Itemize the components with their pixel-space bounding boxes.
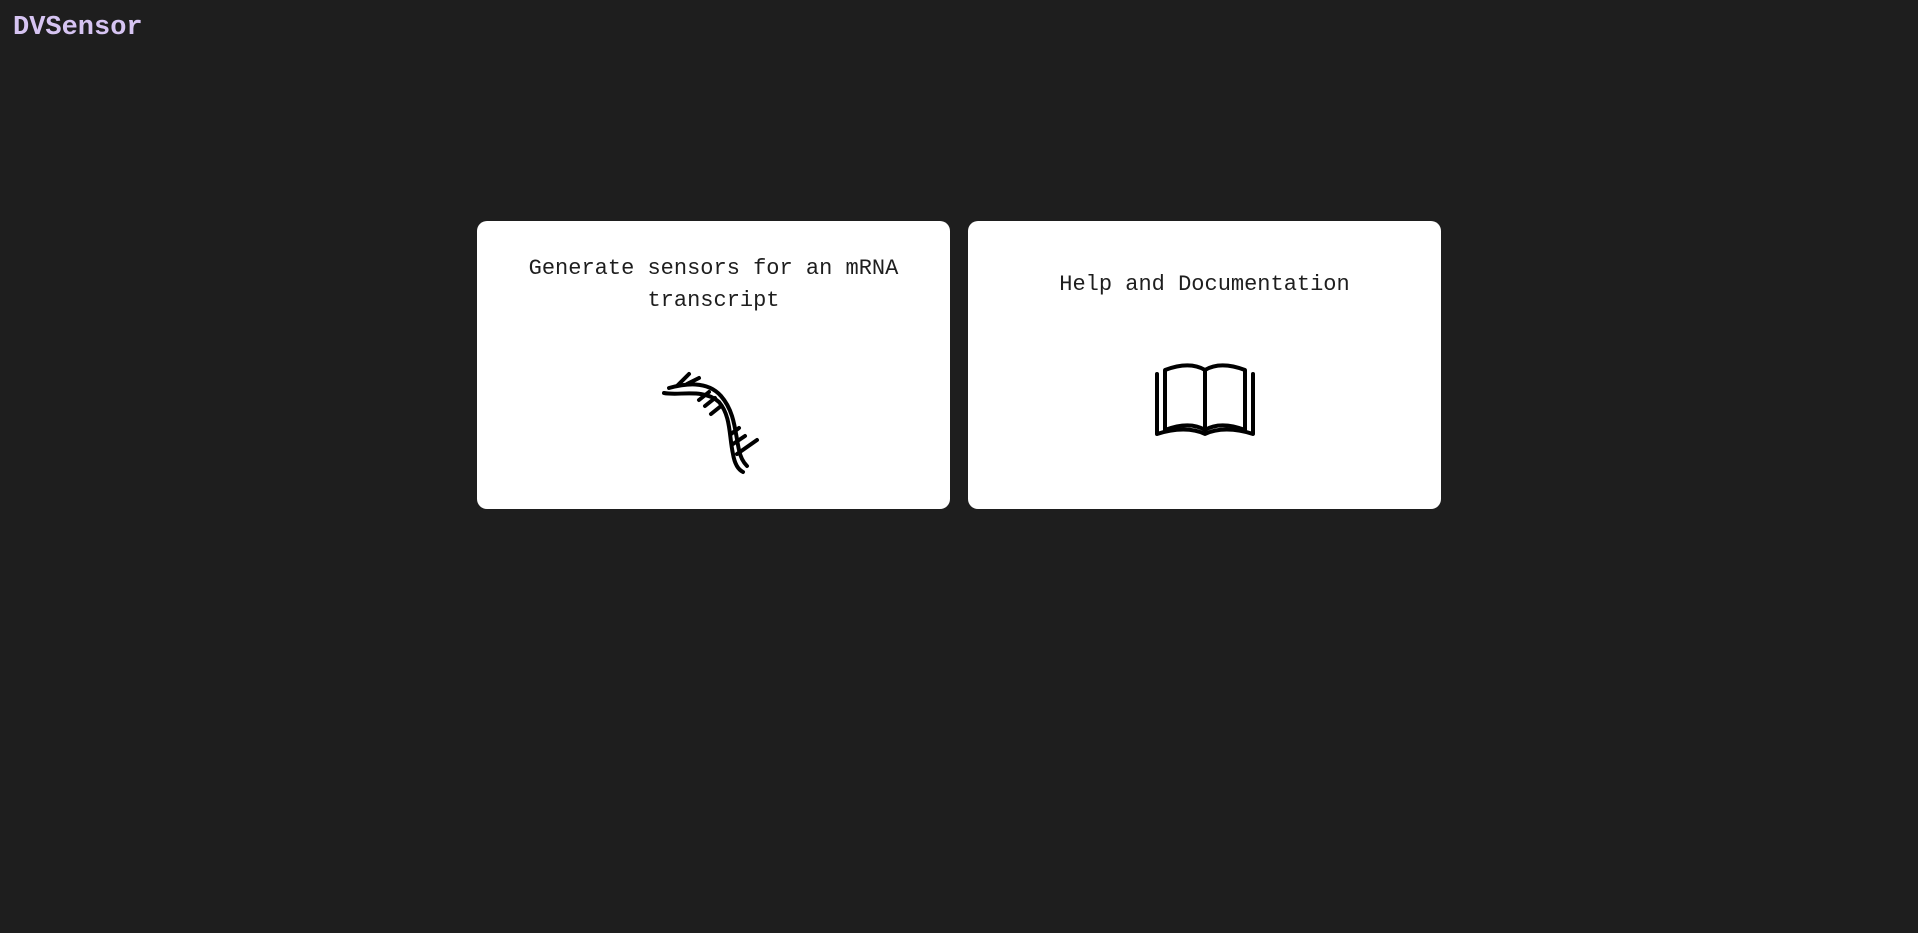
app-title: DVSensor: [13, 13, 143, 43]
generate-sensors-card[interactable]: Generate sensors for an mRNA transcript: [477, 221, 950, 509]
help-documentation-label: Help and Documentation: [1059, 272, 1350, 297]
generate-sensors-label: Generate sensors for an mRNA transcript: [528, 256, 899, 313]
help-documentation-card[interactable]: Help and Documentation: [968, 221, 1441, 509]
dna-icon: [659, 366, 769, 476]
book-icon: [1153, 362, 1257, 446]
